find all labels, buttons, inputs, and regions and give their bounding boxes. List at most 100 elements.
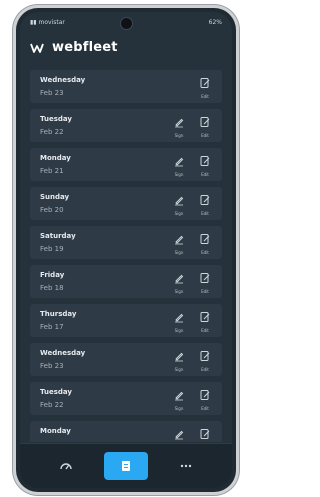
nav-dashboard[interactable] xyxy=(44,452,88,480)
webfleet-logo-icon xyxy=(30,43,44,53)
entry-date: Feb 21 xyxy=(40,167,64,175)
list-item[interactable]: Friday Feb 18 Sign Edit xyxy=(30,265,222,298)
sign-icon xyxy=(175,235,184,245)
action-label: Edit xyxy=(201,406,209,411)
entry-day: Wednesday xyxy=(40,349,86,357)
sign-button[interactable]: Sign xyxy=(168,387,190,411)
list-item[interactable]: Sunday Feb 20 Sign Edit xyxy=(30,187,222,220)
list-item[interactable]: Monday Feb 21 Sign Edit xyxy=(30,148,222,181)
action-label: Sign xyxy=(174,367,184,372)
daily-log-list[interactable]: Wednesday Feb 23 Edit Tuesday Feb 22 Sign Edit… xyxy=(30,70,222,442)
action-label: Edit xyxy=(201,172,209,177)
battery-label: 62% xyxy=(208,19,222,26)
more-icon xyxy=(180,464,192,468)
entry-day: Tuesday xyxy=(40,115,72,123)
edit-icon xyxy=(200,429,210,439)
sign-icon xyxy=(175,352,184,362)
edit-button[interactable]: Edit xyxy=(194,270,216,294)
action-label: Sign xyxy=(174,211,184,216)
action-label: Sign xyxy=(174,289,184,294)
camera-notch xyxy=(121,18,132,29)
sign-button[interactable]: Sign xyxy=(168,114,190,138)
list-item[interactable]: Tuesday Feb 22 Sign Edit xyxy=(30,382,222,415)
edit-button[interactable] xyxy=(194,426,216,442)
sign-button[interactable]: Sign xyxy=(168,231,190,255)
entry-day: Saturday xyxy=(40,232,76,240)
logbook-icon xyxy=(122,461,130,471)
edit-icon xyxy=(200,351,210,361)
edit-button[interactable]: Edit xyxy=(194,231,216,255)
edit-icon xyxy=(200,78,210,88)
action-label: Sign xyxy=(174,328,184,333)
action-label: Edit xyxy=(201,328,209,333)
sign-button[interactable] xyxy=(168,426,190,442)
entry-day: Thursday xyxy=(40,310,77,318)
action-label: Edit xyxy=(201,367,209,372)
edit-icon xyxy=(200,312,210,322)
sign-button[interactable]: Sign xyxy=(168,192,190,216)
entry-date: Feb 22 xyxy=(40,128,64,136)
edit-icon xyxy=(200,156,210,166)
app-screen: ▮▮ movistar 62% webfleet Wednesday Feb 23… xyxy=(20,12,232,488)
edit-icon xyxy=(200,273,210,283)
sign-button[interactable]: Sign xyxy=(168,309,190,333)
sign-button[interactable]: Sign xyxy=(168,153,190,177)
edit-button[interactable]: Edit xyxy=(194,153,216,177)
entry-date: Feb 18 xyxy=(40,284,64,292)
action-label: Sign xyxy=(174,406,184,411)
entry-date: Feb 23 xyxy=(40,89,64,97)
sign-icon xyxy=(175,157,184,167)
action-label: Edit xyxy=(201,289,209,294)
entry-day: Wednesday xyxy=(40,76,86,84)
action-label: Edit xyxy=(201,133,209,138)
action-label: Edit xyxy=(201,211,209,216)
sign-icon xyxy=(175,274,184,284)
edit-icon xyxy=(200,234,210,244)
entry-day: Tuesday xyxy=(40,388,72,396)
list-item[interactable]: Saturday Feb 19 Sign Edit xyxy=(30,226,222,259)
edit-button[interactable]: Edit xyxy=(194,114,216,138)
action-label: Edit xyxy=(201,250,209,255)
phone-frame: ▮▮ movistar 62% webfleet Wednesday Feb 23… xyxy=(16,8,236,492)
edit-icon xyxy=(200,390,210,400)
edit-button[interactable]: Edit xyxy=(194,387,216,411)
entry-day: Monday xyxy=(40,154,71,162)
entry-date: Feb 22 xyxy=(40,401,64,409)
edit-icon xyxy=(200,195,210,205)
edit-button[interactable]: Edit xyxy=(194,348,216,372)
action-label: Sign xyxy=(174,250,184,255)
sign-icon xyxy=(175,118,184,128)
list-item[interactable]: Wednesday Feb 23 Sign Edit xyxy=(30,343,222,376)
list-item[interactable]: Wednesday Feb 23 Edit xyxy=(30,70,222,103)
bottom-navigation xyxy=(20,443,232,488)
brand-name: webfleet xyxy=(52,40,118,55)
entry-day: Friday xyxy=(40,271,65,279)
carrier-label: ▮▮ movistar xyxy=(30,19,65,26)
list-item[interactable]: Thursday Feb 17 Sign Edit xyxy=(30,304,222,337)
entry-day: Monday xyxy=(40,427,71,435)
signal-icon: ▮▮ xyxy=(30,19,39,26)
edit-button[interactable]: Edit xyxy=(194,192,216,216)
nav-logbook[interactable] xyxy=(104,452,148,480)
sign-icon xyxy=(175,391,184,401)
action-label: Edit xyxy=(201,94,209,99)
nav-more[interactable] xyxy=(164,452,208,480)
list-item[interactable]: Monday xyxy=(30,421,222,442)
action-label: Sign xyxy=(174,172,184,177)
sign-button[interactable]: Sign xyxy=(168,348,190,372)
entry-date: Feb 17 xyxy=(40,323,64,331)
entry-date: Feb 19 xyxy=(40,245,64,253)
list-item[interactable]: Tuesday Feb 22 Sign Edit xyxy=(30,109,222,142)
dashboard-icon xyxy=(60,463,72,470)
sign-icon xyxy=(175,196,184,206)
entry-date: Feb 20 xyxy=(40,206,64,214)
action-label: Sign xyxy=(174,133,184,138)
sign-button[interactable]: Sign xyxy=(168,270,190,294)
edit-icon xyxy=(200,117,210,127)
brand-header: webfleet xyxy=(30,40,118,55)
entry-date: Feb 23 xyxy=(40,362,64,370)
edit-button[interactable]: Edit xyxy=(194,75,216,99)
edit-button[interactable]: Edit xyxy=(194,309,216,333)
sign-icon xyxy=(175,430,184,440)
sign-icon xyxy=(175,313,184,323)
